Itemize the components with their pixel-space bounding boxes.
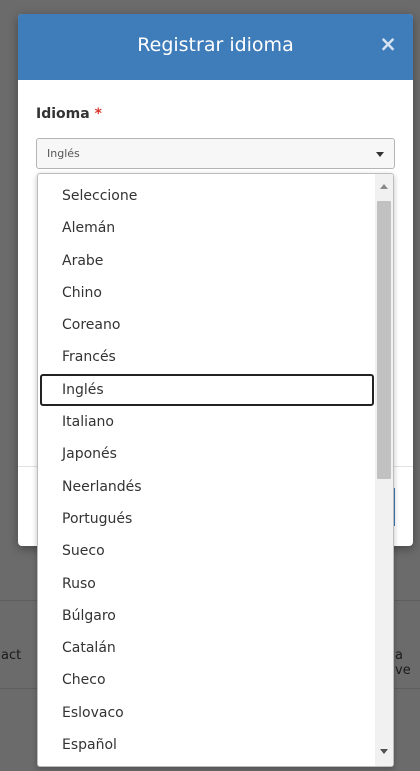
language-option[interactable]: Español <box>38 729 374 761</box>
scroll-down-arrow-icon[interactable] <box>380 749 388 754</box>
language-option[interactable]: Italiano <box>38 406 374 438</box>
option-list: Seleccione Alemán Arabe Chino Coreano Francés… <box>38 180 374 761</box>
language-dropdown-list[interactable]: Seleccione Alemán Arabe Chino Coreano Francés… <box>37 173 394 767</box>
language-option[interactable]: Chino <box>38 277 374 309</box>
language-option[interactable]: Búlgaro <box>38 600 374 632</box>
chevron-down-icon <box>376 152 384 157</box>
language-option[interactable]: Seleccione <box>38 180 374 212</box>
language-option[interactable]: Alemán <box>38 212 374 244</box>
language-option[interactable]: Portugués <box>38 503 374 535</box>
language-field-label: Idioma * <box>36 106 102 122</box>
language-option[interactable]: Arabe <box>38 245 374 277</box>
language-option[interactable]: Francés <box>38 341 374 373</box>
language-label-text: Idioma <box>36 106 90 122</box>
language-option[interactable]: Coreano <box>38 309 374 341</box>
scroll-up-arrow-icon[interactable] <box>380 184 388 189</box>
modal-title: Registrar idioma <box>137 34 294 56</box>
scrollbar-thumb[interactable] <box>377 201 391 479</box>
language-option[interactable]: Neerlandés <box>38 471 374 503</box>
required-mark: * <box>94 106 102 122</box>
language-option[interactable]: Japonés <box>38 438 374 470</box>
language-option[interactable]: Catalán <box>38 632 374 664</box>
language-option[interactable]: Checo <box>38 664 374 696</box>
background-text-left: act <box>1 648 22 663</box>
language-select-value: Inglés <box>47 147 80 160</box>
language-option[interactable]: Ruso <box>38 568 374 600</box>
dropdown-scrollbar[interactable] <box>375 174 393 766</box>
close-icon[interactable]: × <box>377 31 399 57</box>
background-text-right: a ve <box>395 648 411 678</box>
language-select[interactable]: Inglés <box>36 138 395 169</box>
language-option[interactable]: Inglés <box>40 373 374 407</box>
language-option[interactable]: Sueco <box>38 535 374 567</box>
modal-header: Registrar idioma × <box>18 14 413 80</box>
language-option[interactable]: Eslovaco <box>38 697 374 729</box>
